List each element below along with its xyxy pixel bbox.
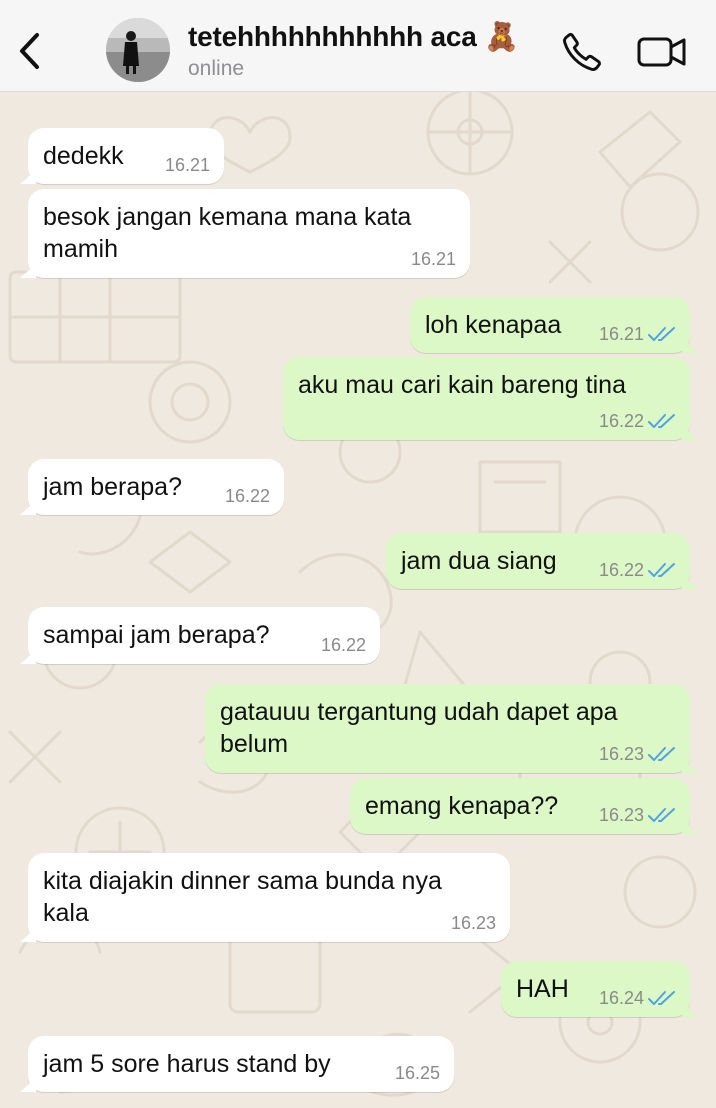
message-bubble-incoming[interactable]: jam 5 sore harus stand by 16.25 (20, 1036, 454, 1092)
double-check-icon (648, 808, 675, 822)
message-time: 16.21 (164, 155, 210, 175)
message-meta: 16.21 (165, 155, 210, 175)
double-check-icon (648, 991, 675, 1005)
video-call-button[interactable] (636, 30, 688, 74)
double-check-icon (648, 327, 675, 341)
message-text: kita diajakin dinner sama bunda nya kala (43, 867, 442, 927)
phone-icon (563, 32, 601, 71)
video-camera-icon (637, 37, 686, 67)
message-text: sampai jam berapa? (43, 621, 270, 649)
message-bubble-incoming[interactable]: sampai jam berapa? 16.22 (20, 607, 380, 664)
message-time: 16.21 (410, 249, 456, 269)
chevron-left-icon (20, 33, 39, 69)
message-time: 16.22 (224, 486, 270, 506)
voice-call-button[interactable] (560, 30, 604, 74)
message-meta: 16.23 (599, 744, 676, 764)
message-bubble-outgoing[interactable]: HAH 16.24 (501, 961, 698, 1017)
message-meta: 16.22 (599, 411, 676, 431)
avatar-photo (106, 18, 170, 82)
contact-status: online (188, 57, 245, 80)
message-meta: 16.22 (321, 635, 366, 655)
message-meta: 16.25 (395, 1063, 440, 1083)
back-button[interactable] (12, 28, 46, 74)
message-text: aku mau cari kain bareng tina (298, 371, 626, 399)
contact-name[interactable]: tetehhhhhhhhhhh aca 🧸 (188, 20, 519, 53)
message-time: 16.21 (598, 324, 644, 344)
message-bubble-outgoing[interactable]: emang kenapa?? 16.23 (350, 778, 698, 834)
message-text: besok jangan kemana mana kata mamih (43, 203, 412, 263)
message-time: 16.22 (320, 635, 366, 655)
chat-header: tetehhhhhhhhhhh aca 🧸 online (0, 0, 716, 92)
message-meta: 16.21 (599, 324, 676, 344)
message-meta: 16.22 (599, 560, 676, 580)
message-bubble-outgoing[interactable]: jam dua siang 16.22 (386, 533, 698, 589)
message-bubble-incoming[interactable]: dedekk 16.21 (20, 128, 224, 184)
message-bubble-incoming[interactable]: jam berapa? 16.22 (20, 459, 284, 515)
message-time: 16.23 (598, 744, 644, 764)
message-meta: 16.24 (599, 988, 676, 1008)
double-check-icon (648, 747, 675, 761)
message-bubble-outgoing[interactable]: loh kenapaa 16.21 (410, 297, 698, 353)
message-text: jam 5 sore harus stand by (43, 1050, 331, 1078)
message-time: 16.22 (598, 560, 644, 580)
message-time: 16.25 (394, 1063, 440, 1083)
message-time: 16.23 (450, 913, 496, 933)
message-bubble-outgoing[interactable]: aku mau cari kain bareng tina 16.22 (283, 357, 698, 440)
message-meta: 16.23 (451, 913, 496, 933)
message-time: 16.22 (598, 411, 644, 431)
avatar[interactable] (106, 18, 170, 82)
double-check-icon (648, 563, 675, 577)
message-meta: 16.23 (599, 805, 676, 825)
double-check-icon (648, 414, 675, 428)
message-meta: 16.22 (225, 486, 270, 506)
message-bubble-incoming[interactable]: kita diajakin dinner sama bunda nya kala… (20, 853, 510, 942)
message-bubble-outgoing[interactable]: gatauuu tergantung udah dapet apa belum … (205, 684, 698, 773)
message-time: 16.23 (598, 805, 644, 825)
message-time: 16.24 (598, 988, 644, 1008)
message-bubble-incoming[interactable]: besok jangan kemana mana kata mamih 16.2… (20, 189, 470, 278)
message-meta: 16.21 (411, 249, 456, 269)
